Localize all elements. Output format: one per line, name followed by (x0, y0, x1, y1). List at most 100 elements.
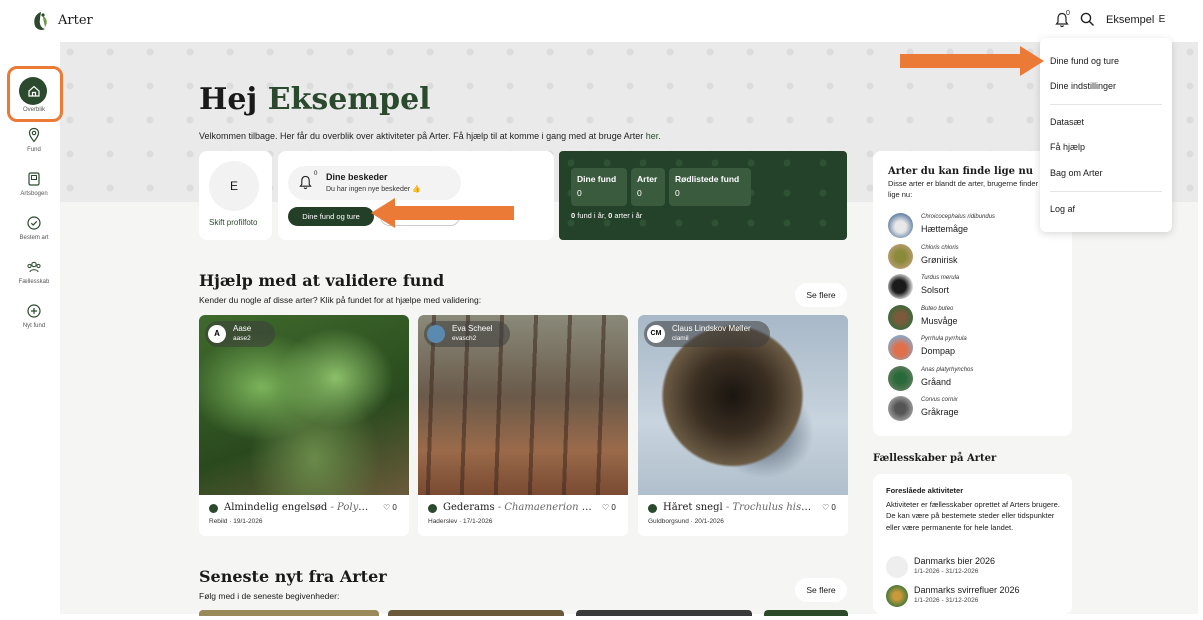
sidebar-item-bestem-art[interactable]: Bestem art (8, 215, 60, 241)
find-user-avatar (427, 325, 445, 343)
species-common: Gråkrage (921, 407, 959, 417)
your-finds-button[interactable]: Dine fund og ture (288, 207, 374, 226)
bell-icon (299, 175, 312, 190)
community-card-heading: Foreslåede aktiviteter (886, 486, 964, 495)
find-species-name: Håret snegl - Trochulus hispi... (663, 502, 813, 513)
find-common-name: Gederams (443, 502, 495, 513)
news-card-image[interactable] (388, 610, 564, 616)
stats-footer-end: arter i år (612, 211, 643, 220)
sidebar-item-nyt-fund[interactable]: Nyt fund (8, 303, 60, 329)
search-icon[interactable] (1080, 12, 1095, 27)
profile-avatar[interactable]: E (209, 161, 259, 211)
annotation-arrowhead-left-icon (371, 198, 395, 228)
help-question-icon[interactable]: ? (407, 100, 411, 109)
sidebar-label-fund: Fund (27, 147, 41, 153)
event-image (886, 585, 908, 607)
user-dropdown-menu: Dine fund og ture Dine indstillinger Dat… (1040, 38, 1172, 232)
top-bar: Arter 0 Eksempel E (0, 0, 1203, 42)
welcome-help-link[interactable]: her. (646, 131, 661, 141)
welcome-message: Velkommen tilbage. Her får du overblik o… (199, 131, 644, 141)
validate-see-more-button[interactable]: Se flere (795, 283, 847, 307)
annotation-arrow-menu (900, 54, 1022, 68)
book-icon (28, 172, 40, 186)
menu-item-log-af[interactable]: Log af (1050, 204, 1075, 214)
find-user-name: Aase (233, 324, 252, 333)
menu-item-dine-fund-og-ture[interactable]: Dine fund og ture (1050, 56, 1119, 66)
species-common: Musvåge (921, 316, 958, 326)
check-circle-icon (27, 216, 41, 230)
sidebar-item-faellesskab[interactable]: Fællesskab (8, 259, 60, 285)
sidebar-item-artsbogen[interactable]: Artsbogen (8, 171, 60, 197)
community-card: Foreslåede aktiviteter Aktiviteter er fæ… (873, 474, 1072, 614)
sidebar-label-nyt-fund: Nyt fund (22, 323, 46, 329)
sidebar-item-fund[interactable]: Fund (8, 127, 60, 153)
stat-label: Arter (637, 174, 658, 184)
find-card[interactable]: Eva Scheel evasch2 Gederams - Chamaeneri… (418, 315, 628, 536)
find-meta: Rebild · 19/1-2026 (209, 518, 263, 525)
species-latin: Chloris chloris (921, 245, 959, 251)
find-date: 19/1-2026 (233, 518, 263, 525)
species-photo (888, 366, 913, 391)
menu-item-faa-hjaelp[interactable]: Få hjælp (1050, 142, 1085, 152)
stat-label: Dine fund (577, 174, 617, 184)
plus-circle-icon (27, 304, 41, 318)
app-title[interactable]: Arter (58, 13, 93, 28)
find-user-name: Claus Lindskov Møller (672, 324, 751, 333)
notification-count: 0 (1066, 10, 1070, 17)
find-date: 17/1-2026 (463, 518, 493, 525)
find-card[interactable]: CM Claus Lindskov Møller clamil Håret sn… (638, 315, 848, 536)
find-like-button[interactable]: ♡ 0 (822, 503, 836, 512)
page-title: Hej Eksempel (199, 82, 431, 117)
find-place: Haderslev (428, 518, 458, 525)
find-user-chip[interactable]: CM Claus Lindskov Møller clamil (644, 321, 770, 347)
find-meta: Haderslev · 17/1-2026 (428, 518, 493, 525)
arter-logo-icon[interactable] (30, 10, 52, 32)
find-status-icon (648, 504, 657, 513)
find-place: Guldborgsund (648, 518, 689, 525)
sidebar-label-artsbogen: Artsbogen (20, 191, 48, 197)
annotation-arrow-button (393, 206, 514, 220)
change-profile-photo-link[interactable]: Skift profilfoto (209, 218, 257, 227)
find-meta: Guldborgsund · 20/1-2026 (648, 518, 724, 525)
species-common: Dompap (921, 346, 956, 356)
sidebar-label-bestem-art: Bestem art (19, 235, 49, 241)
menu-item-datasaet[interactable]: Datasæt (1050, 117, 1084, 127)
news-card-image[interactable] (199, 610, 379, 616)
find-card[interactable]: A Aase aase2 Almindelig engelsød - Polyp… (199, 315, 409, 536)
stat-arter[interactable]: Arter 0 (631, 168, 665, 206)
sidebar-label-faellesskab: Fællesskab (18, 279, 50, 285)
find-common-name: Håret snegl (663, 502, 723, 513)
find-user-name: Eva Scheel (452, 324, 493, 333)
find-user-chip[interactable]: A Aase aase2 (205, 321, 275, 347)
stat-value: 0 (637, 188, 642, 198)
species-common: Gråand (921, 377, 952, 387)
menu-item-dine-indstillinger[interactable]: Dine indstillinger (1050, 81, 1116, 91)
news-card-image[interactable] (576, 610, 752, 616)
species-common: Hættemåge (921, 224, 969, 234)
stat-dine-fund[interactable]: Dine fund 0 (571, 168, 627, 206)
event-date: 1/1-2026 - 31/12-2026 (914, 597, 979, 604)
find-user-chip[interactable]: Eva Scheel evasch2 (424, 321, 510, 347)
news-see-more-button[interactable]: Se flere (795, 578, 847, 602)
species-common: Solsort (921, 285, 950, 295)
find-like-button[interactable]: ♡ 0 (602, 503, 616, 512)
find-like-button[interactable]: ♡ 0 (383, 503, 397, 512)
find-place: Rebild (209, 518, 228, 525)
user-menu-name[interactable]: Eksempel (1106, 14, 1154, 26)
menu-item-bag-om-arter[interactable]: Bag om Arter (1050, 168, 1103, 178)
news-card-image[interactable] (764, 610, 848, 616)
user-avatar[interactable]: E (1154, 12, 1170, 28)
menu-divider (1050, 104, 1162, 105)
stat-value: 0 (675, 188, 680, 198)
find-user-handle: aase2 (233, 335, 251, 342)
species-photo (888, 335, 913, 360)
news-section-title: Seneste nyt fra Arter (199, 567, 387, 586)
sidebar-item-overblik[interactable]: Overblik (8, 83, 60, 113)
species-photo (888, 213, 913, 238)
find-user-avatar: CM (647, 325, 665, 343)
stats-card: Dine fund 0 Arter 0 Rødlistede fund 0 0 … (559, 151, 847, 240)
species-latin: Corvus cornix (921, 397, 958, 403)
species-latin: Chroicocephalus ridibundus (921, 214, 996, 220)
stat-label: Rødlistede fund (675, 174, 740, 184)
stat-roedlistede[interactable]: Rødlistede fund 0 (669, 168, 751, 206)
